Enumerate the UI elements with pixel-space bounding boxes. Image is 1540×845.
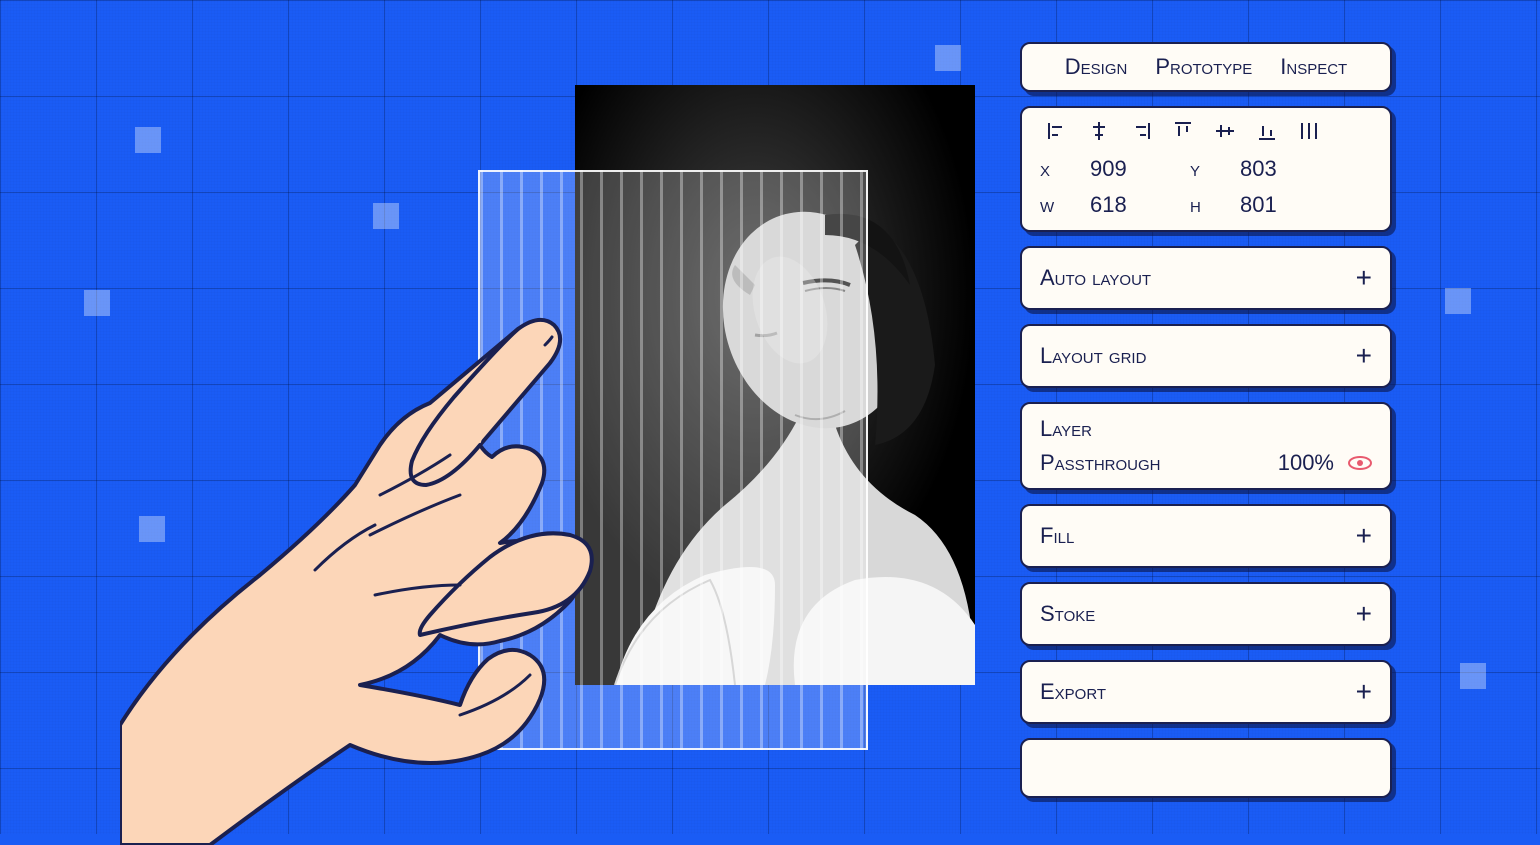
mode-tabs: Design Prototype Inspect xyxy=(1020,42,1392,92)
w-value[interactable]: 618 xyxy=(1090,192,1190,218)
stroke-add-icon[interactable]: + xyxy=(1356,598,1372,630)
canvas-marker xyxy=(1460,663,1486,689)
y-label: y xyxy=(1190,156,1240,182)
fill-label: Fill xyxy=(1040,523,1074,549)
canvas-marker xyxy=(84,290,110,316)
export-add-icon[interactable]: + xyxy=(1356,676,1372,708)
h-label: h xyxy=(1190,192,1240,218)
align-right-icon[interactable] xyxy=(1130,120,1152,142)
hand-illustration xyxy=(120,285,640,845)
canvas-marker xyxy=(935,45,961,71)
inspector-sidebar: Design Prototype Inspect x 909 y 803 w 6… xyxy=(1020,42,1392,798)
canvas-marker xyxy=(135,127,161,153)
align-left-icon[interactable] xyxy=(1046,120,1068,142)
layer-label: Layer xyxy=(1040,416,1092,441)
align-top-icon[interactable] xyxy=(1172,120,1194,142)
transform-panel: x 909 y 803 w 618 h 801 xyxy=(1020,106,1392,232)
stroke-panel: Stoke + xyxy=(1020,582,1392,646)
tab-design[interactable]: Design xyxy=(1065,54,1128,80)
x-value[interactable]: 909 xyxy=(1090,156,1190,182)
x-label: x xyxy=(1040,156,1090,182)
tab-inspect[interactable]: Inspect xyxy=(1280,54,1347,80)
visibility-eye-icon[interactable] xyxy=(1348,455,1372,471)
layer-panel: Layer Passthrough 100% xyxy=(1020,402,1392,490)
export-label: Export xyxy=(1040,679,1106,705)
align-bottom-icon[interactable] xyxy=(1256,120,1278,142)
h-value[interactable]: 801 xyxy=(1240,192,1340,218)
y-value[interactable]: 803 xyxy=(1240,156,1340,182)
align-h-center-icon[interactable] xyxy=(1088,120,1110,142)
opacity-value[interactable]: 100% xyxy=(1278,450,1334,476)
canvas-marker xyxy=(373,203,399,229)
layout-grid-label: Layout grid xyxy=(1040,343,1146,369)
canvas-marker xyxy=(1445,288,1471,314)
layout-grid-add-icon[interactable]: + xyxy=(1356,340,1372,372)
blend-mode[interactable]: Passthrough xyxy=(1040,450,1161,476)
stroke-label: Stoke xyxy=(1040,601,1095,627)
export-panel: Export + xyxy=(1020,660,1392,724)
auto-layout-panel: Auto layout + xyxy=(1020,246,1392,310)
auto-layout-label: Auto layout xyxy=(1040,265,1151,291)
auto-layout-add-icon[interactable]: + xyxy=(1356,262,1372,294)
align-v-center-icon[interactable] xyxy=(1214,120,1236,142)
fill-add-icon[interactable]: + xyxy=(1356,520,1372,552)
layout-grid-panel: Layout grid + xyxy=(1020,324,1392,388)
empty-panel xyxy=(1020,738,1392,798)
distribute-icon[interactable] xyxy=(1298,120,1320,142)
w-label: w xyxy=(1040,192,1090,218)
tab-prototype[interactable]: Prototype xyxy=(1155,54,1252,80)
fill-panel: Fill + xyxy=(1020,504,1392,568)
